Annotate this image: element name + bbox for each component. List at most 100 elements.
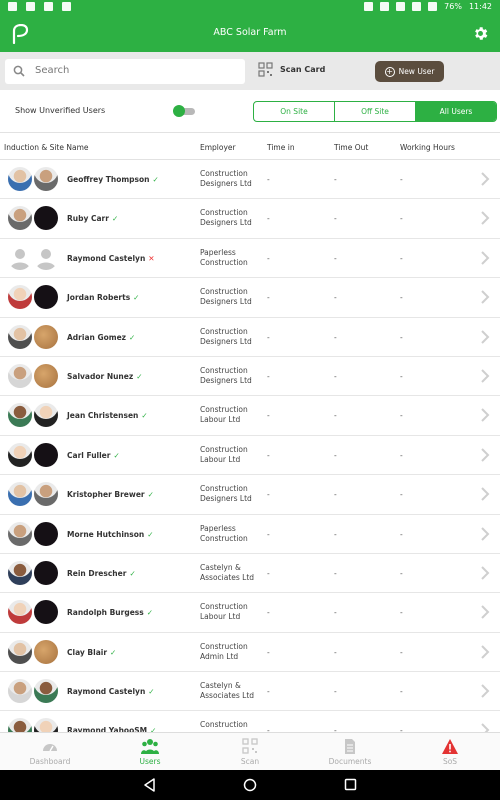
working-hours: - (400, 608, 403, 618)
site-filter-segmented: On Site Off Site All Users (253, 101, 497, 122)
segment-on-site[interactable]: On Site (254, 102, 335, 121)
working-hours: - (400, 214, 403, 224)
table-row[interactable]: Clay Blair ✓ Construction Admin Ltd - - - (0, 633, 500, 673)
search-input[interactable]: Search (5, 59, 245, 84)
chevron-right-icon[interactable] (480, 211, 490, 226)
recents-icon[interactable] (344, 778, 357, 791)
chevron-right-icon[interactable] (480, 723, 490, 732)
working-hours: - (400, 647, 403, 657)
header-working-hours[interactable]: Working Hours (400, 143, 455, 152)
avatar (8, 363, 32, 388)
home-icon[interactable] (243, 778, 257, 792)
verified-check-icon: ✓ (113, 450, 120, 460)
user-name-text: Randolph Burgess (67, 608, 144, 618)
time-in: - (267, 411, 270, 421)
chevron-right-icon[interactable] (480, 448, 490, 462)
gear-icon[interactable] (472, 25, 489, 42)
unverified-toggle[interactable] (173, 105, 195, 117)
user-name: Randolph Burgess ✓ (67, 608, 153, 617)
table-row[interactable]: Raymond Castelyn ✓ Castelyn & Associates L… (0, 672, 500, 712)
segment-all-users[interactable]: All Users (416, 102, 496, 121)
chevron-right-icon[interactable] (480, 290, 490, 304)
table-row[interactable]: Raymond YahooSM ✓ Construction - - - (0, 711, 500, 732)
chevron-right-icon[interactable] (480, 369, 490, 383)
table-row[interactable]: Jean Christensen ✓ Construction Labour Ltd… (0, 396, 500, 436)
employer: Construction Admin Ltd (200, 641, 248, 661)
battery-level: 76% (444, 2, 462, 11)
time-in: - (267, 568, 270, 578)
table-row[interactable]: Carl Fuller ✓ Construction Labour Ltd - - - (0, 436, 500, 476)
system-nav-bar (0, 770, 500, 800)
scan-card-button[interactable]: Scan Card (258, 62, 325, 77)
table-row[interactable]: Rein Drescher ✓ Castelyn & Associates Ltd -… (0, 554, 500, 594)
scan-card-label: Scan Card (280, 65, 326, 74)
tab-sos[interactable]: SoS (400, 733, 500, 770)
time-in: - (267, 687, 270, 697)
avatar (8, 206, 32, 231)
verified-check-icon: ✓ (152, 175, 159, 184)
signal-icon (412, 2, 422, 11)
site-photo (34, 245, 58, 270)
tab-users-label: Users (139, 757, 161, 766)
employer: Construction Designers Ltd (200, 326, 252, 346)
verified-check-icon: ✓ (129, 568, 136, 578)
chevron-right-icon[interactable] (480, 251, 490, 265)
time-out: - (334, 490, 337, 500)
header-induction[interactable]: Induction & Site Name (4, 143, 89, 152)
employer: Castelyn & Associates Ltd (200, 562, 255, 582)
user-name: Adrian Gomez ✓ (67, 333, 135, 342)
user-name: Raymond Castelyn ✕ (67, 254, 155, 263)
tab-dashboard-label: Dashboard (29, 757, 71, 766)
table-row[interactable]: Adrian Gomez ✓ Construction Designers Ltd -… (0, 318, 500, 357)
verified-check-icon: ✓ (129, 332, 136, 342)
time-out: - (334, 253, 337, 263)
chevron-right-icon[interactable] (480, 172, 490, 186)
employer: Construction Labour Ltd (200, 444, 248, 464)
verified-check-icon: ✓ (133, 293, 140, 303)
new-user-button[interactable]: + New User (375, 61, 444, 82)
tab-dashboard[interactable]: Dashboard (0, 733, 100, 770)
chevron-right-icon[interactable] (480, 644, 490, 659)
unverified-label: Show Unverified Users (15, 106, 106, 115)
avatar (8, 521, 32, 546)
avatar (8, 403, 32, 428)
chevron-right-icon[interactable] (480, 605, 490, 620)
time-out: - (334, 293, 337, 303)
page-title: ABC Solar Farm (213, 27, 287, 38)
chevron-right-icon[interactable] (480, 526, 490, 541)
table-row[interactable]: Salvador Nunez ✓ Construction Designers Lt… (0, 357, 500, 397)
table-row[interactable]: Jordan Roberts ✓ Construction Designers Lt… (0, 278, 500, 318)
user-name-text: Salvador Nunez (67, 371, 134, 381)
avatar (8, 442, 32, 467)
time-in: - (267, 490, 270, 500)
chevron-right-icon[interactable] (480, 684, 490, 698)
working-hours: - (400, 332, 403, 342)
table-row[interactable]: Ruby Carr ✓ Construction Designers Ltd - - - (0, 199, 500, 239)
time-in: - (267, 332, 270, 342)
chevron-right-icon[interactable] (480, 329, 490, 344)
user-name-text: Raymond Castelyn (67, 687, 146, 697)
segment-off-site[interactable]: Off Site (335, 102, 416, 121)
header-time-in[interactable]: Time in (267, 143, 295, 152)
time-in: - (267, 529, 270, 539)
table-row[interactable]: Randolph Burgess ✓ Construction Labour Ltd… (0, 593, 500, 633)
header-time-out[interactable]: Time Out (334, 143, 368, 152)
chevron-right-icon[interactable] (480, 487, 490, 501)
table-row[interactable]: Kristopher Brewer ✓ Construction Designers… (0, 475, 500, 515)
table-row[interactable]: Raymond Castelyn ✕ Paperless Construction -… (0, 239, 500, 279)
working-hours: - (400, 450, 403, 460)
table-row[interactable]: Morne Hutchinson ✓ Paperless Construction -… (0, 515, 500, 554)
tab-documents[interactable]: Documents (300, 733, 400, 770)
tab-users[interactable]: Users (100, 733, 200, 770)
chevron-right-icon[interactable] (480, 566, 490, 580)
tab-scan[interactable]: Scan (200, 733, 300, 770)
chevron-right-icon[interactable] (480, 408, 490, 423)
site-photo (34, 600, 58, 625)
employer: Construction Designers Ltd (200, 287, 252, 307)
back-icon[interactable] (143, 778, 156, 792)
header-employer[interactable]: Employer (200, 143, 236, 152)
user-name-text: Geoffrey Thompson (67, 175, 150, 184)
table-row[interactable]: Geoffrey Thompson ✓ Construction Designers… (0, 160, 500, 200)
site-photo (34, 560, 58, 585)
working-hours: - (400, 687, 403, 697)
